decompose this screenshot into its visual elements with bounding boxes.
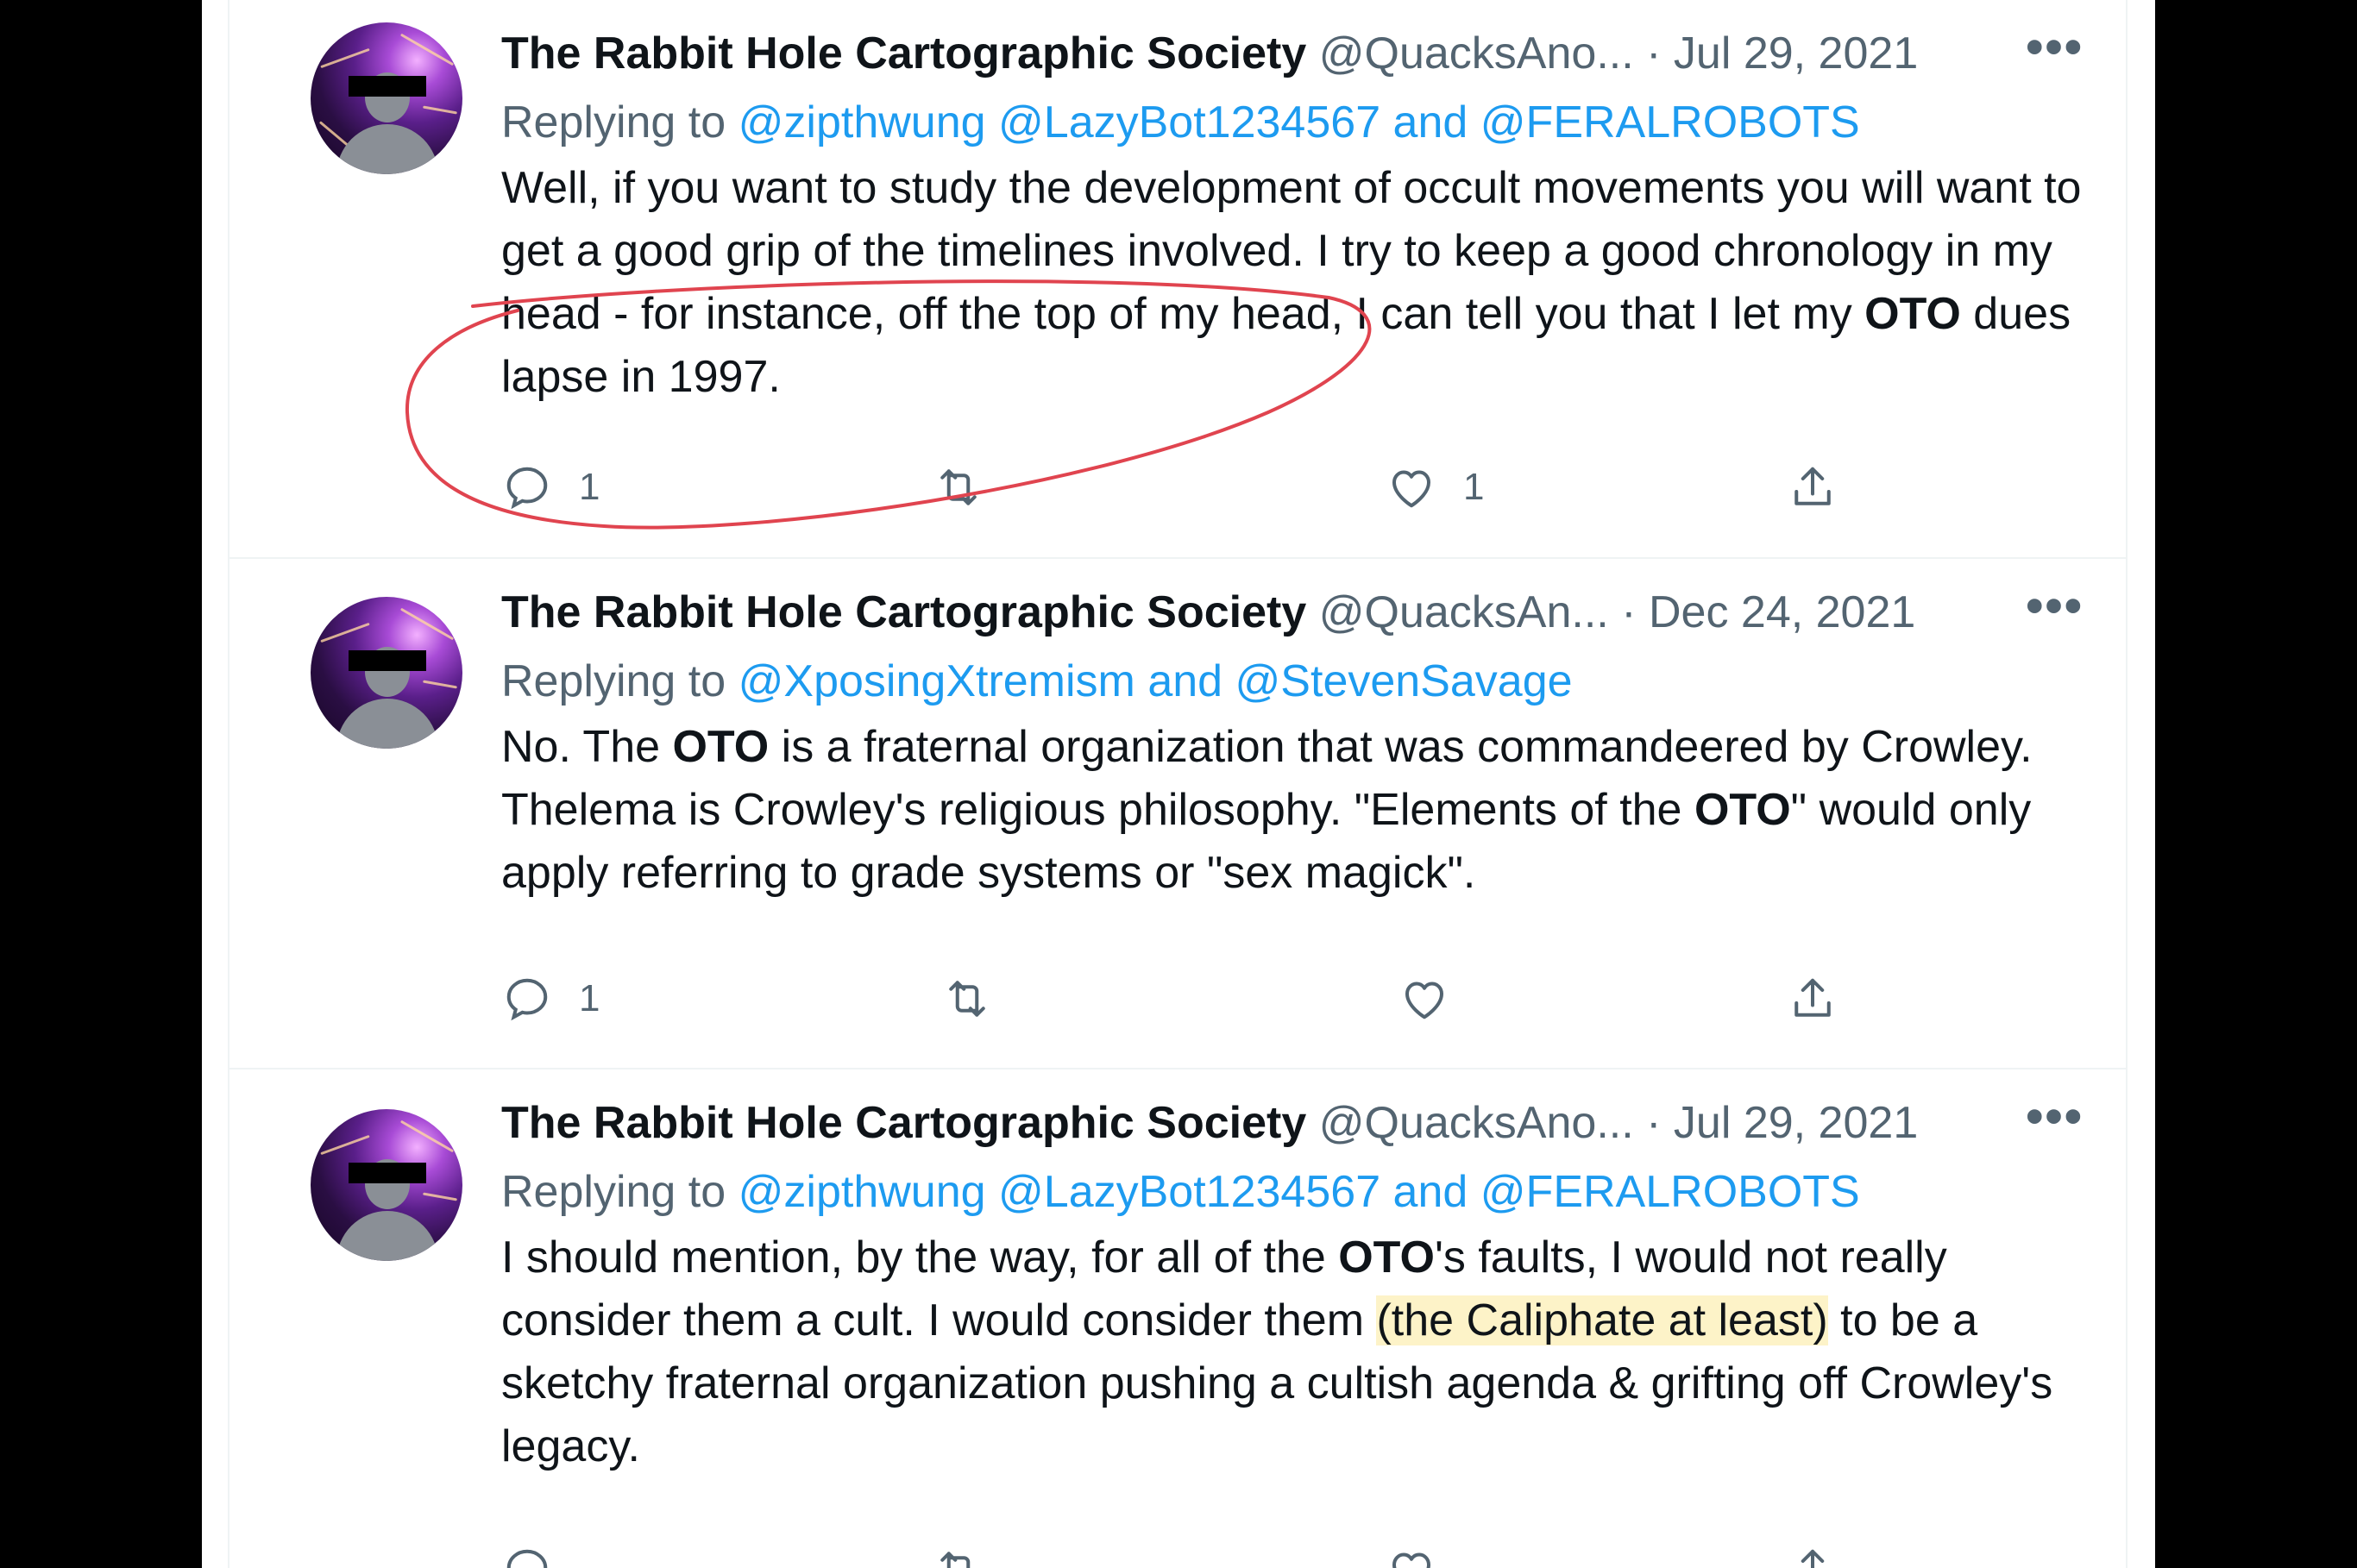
highlighted-text: (the Caliphate at least) xyxy=(1376,1295,1828,1345)
replying-to-line: Replying to @zipthwung @LazyBot1234567 a… xyxy=(501,95,1860,150)
reply-icon xyxy=(506,1549,548,1568)
heart-icon xyxy=(1405,982,1443,1019)
bold-term: OTO xyxy=(1338,1232,1435,1283)
more-icon[interactable]: ••• xyxy=(2026,1092,2084,1151)
tweet-card-2[interactable]: The Rabbit Hole Cartographic Society @Qu… xyxy=(228,559,2128,1069)
bold-term: OTO xyxy=(1694,785,1791,835)
tweet-date[interactable]: Dec 24, 2021 xyxy=(1649,587,1915,637)
share-button[interactable] xyxy=(1787,969,1838,1029)
reply-icon xyxy=(506,467,548,510)
tweet-actions xyxy=(501,1540,1925,1568)
bold-term: OTO xyxy=(1864,289,1961,339)
like-button[interactable] xyxy=(1398,969,1476,1029)
share-button[interactable] xyxy=(1787,1540,1838,1568)
avatar[interactable] xyxy=(311,1109,462,1261)
author-name[interactable]: The Rabbit Hole Cartographic Society xyxy=(501,587,1306,637)
tweet-actions: 1 1 xyxy=(501,457,1925,517)
author-handle[interactable]: @QuacksAno... xyxy=(1319,28,1634,78)
header-separator: · xyxy=(1646,1098,1662,1148)
right-black-border xyxy=(2155,0,2357,1568)
replying-to-label: Replying to xyxy=(501,97,726,147)
reply-button[interactable] xyxy=(501,1540,579,1568)
retweet-icon xyxy=(949,981,985,1017)
author-handle[interactable]: @QuacksAno... xyxy=(1319,1098,1634,1148)
replying-to-label: Replying to xyxy=(501,656,726,706)
header-separator: · xyxy=(1621,587,1637,637)
tweet-header: The Rabbit Hole Cartographic Society @Qu… xyxy=(501,1095,1918,1151)
replying-to-line: Replying to @XposingXtremism and @Steven… xyxy=(501,654,1573,709)
share-icon xyxy=(1801,1549,1825,1568)
tweet-date[interactable]: Jul 29, 2021 xyxy=(1674,28,1918,78)
left-black-border xyxy=(0,0,202,1568)
share-icon xyxy=(1794,978,1831,1017)
censor-bar xyxy=(349,76,426,97)
retweet-icon xyxy=(940,1552,971,1568)
tweet-text: No. The OTO is a fraternal organization … xyxy=(501,722,2033,898)
more-icon[interactable]: ••• xyxy=(2026,581,2084,640)
header-separator: · xyxy=(1646,28,1662,78)
retweet-button[interactable] xyxy=(933,457,1010,517)
replying-to-line: Replying to @zipthwung @LazyBot1234567 a… xyxy=(501,1164,1860,1220)
tweet-date[interactable]: Jul 29, 2021 xyxy=(1674,1098,1918,1148)
tweet-text: Well, if you want to study the developme… xyxy=(501,163,2082,402)
reply-button[interactable]: 1 xyxy=(501,969,600,1029)
reply-count: 1 xyxy=(579,977,600,1019)
like-button[interactable] xyxy=(1386,1540,1463,1568)
tweet-header: The Rabbit Hole Cartographic Society @Qu… xyxy=(501,585,1915,640)
tweet-card-1[interactable]: The Rabbit Hole Cartographic Society @Qu… xyxy=(228,0,2128,559)
avatar[interactable] xyxy=(311,597,462,749)
reply-count: 1 xyxy=(579,466,600,508)
retweet-icon xyxy=(940,469,977,505)
timeline-panel: The Rabbit Hole Cartographic Society @Qu… xyxy=(202,0,2155,1568)
author-handle[interactable]: @QuacksAn... xyxy=(1319,587,1609,637)
bold-term: OTO xyxy=(672,722,770,772)
share-button[interactable] xyxy=(1787,457,1838,517)
censor-bar xyxy=(349,1163,426,1183)
author-name[interactable]: The Rabbit Hole Cartographic Society xyxy=(501,1098,1306,1148)
tweet-text: I should mention, by the way, for all of… xyxy=(501,1232,2053,1471)
tweet-actions: 1 xyxy=(501,969,1925,1029)
avatar[interactable] xyxy=(311,22,462,174)
censor-bar xyxy=(349,650,426,671)
retweet-button[interactable] xyxy=(933,1540,1010,1568)
reply-icon xyxy=(506,978,548,1021)
replying-to-mentions[interactable]: @XposingXtremism and @StevenSavage xyxy=(739,656,1573,706)
heart-icon xyxy=(1392,470,1430,508)
more-icon[interactable]: ••• xyxy=(2026,22,2084,81)
replying-to-mentions[interactable]: @zipthwung @LazyBot1234567 and @FERALROB… xyxy=(739,1167,1860,1217)
like-count: 1 xyxy=(1463,466,1485,508)
share-icon xyxy=(1794,467,1831,505)
reply-button[interactable]: 1 xyxy=(501,457,600,517)
heart-icon xyxy=(1392,1552,1430,1568)
retweet-button[interactable] xyxy=(941,969,1019,1029)
author-name[interactable]: The Rabbit Hole Cartographic Society xyxy=(501,28,1306,78)
tweet-card-3[interactable]: The Rabbit Hole Cartographic Society @Qu… xyxy=(228,1069,2128,1568)
replying-to-mentions[interactable]: @zipthwung @LazyBot1234567 and @FERALROB… xyxy=(739,97,1860,147)
tweet-header: The Rabbit Hole Cartographic Society @Qu… xyxy=(501,26,1918,81)
like-button[interactable]: 1 xyxy=(1386,457,1484,517)
replying-to-label: Replying to xyxy=(501,1167,726,1217)
